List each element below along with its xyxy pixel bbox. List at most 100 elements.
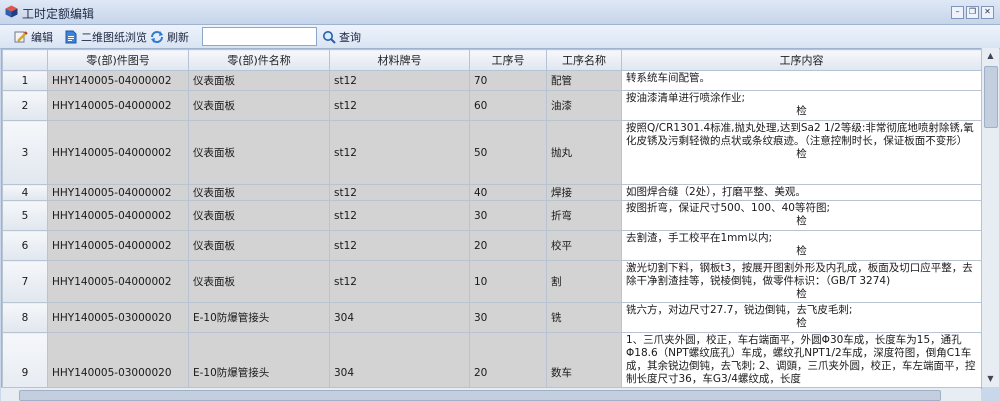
row-index[interactable]: 5	[2, 200, 48, 231]
table-row[interactable]: 3 HHY140005-04000002 仪表面板 st12 50 抛丸 按照Q/CR130…	[2, 120, 981, 185]
refresh-button[interactable]: 刷新	[150, 27, 189, 46]
cell-part-no[interactable]: HHY140005-04000002	[47, 70, 189, 91]
cell-material[interactable]: st12	[329, 90, 470, 121]
cell-op-name[interactable]: 数车	[546, 332, 622, 388]
operations-table: 零(部)件图号 零(部)件名称 材料牌号 工序号 工序名称 工序内容 1 HHY1…	[1, 48, 982, 389]
cell-part-no[interactable]: HHY140005-04000002	[47, 120, 189, 185]
cell-part-name[interactable]: 仪表面板	[188, 120, 330, 185]
cell-op-name[interactable]: 铣	[546, 302, 622, 333]
restore-button[interactable]: ❐	[966, 6, 979, 19]
cell-op-no[interactable]: 70	[469, 70, 547, 91]
cell-op-name[interactable]: 油漆	[546, 90, 622, 121]
table-row[interactable]: 9 HHY140005-03000020 E-10防爆管接头 304 20 数车 1、三爪夹…	[2, 332, 981, 388]
cell-op-content[interactable]: 按照Q/CR1301.4标准,抛丸处理,达到Sa2 1/2等级:非常彻底地喷射除…	[621, 120, 981, 185]
cell-part-no[interactable]: HHY140005-03000020	[47, 302, 189, 333]
search-input[interactable]	[203, 28, 317, 45]
cell-op-no[interactable]: 30	[469, 200, 547, 231]
header-op-name[interactable]: 工序名称	[546, 49, 622, 71]
table-row[interactable]: 8 HHY140005-03000020 E-10防爆管接头 304 30 铣铣六方，对边…	[2, 302, 981, 333]
cell-part-name[interactable]: 仪表面板	[188, 200, 330, 231]
cell-material[interactable]: 304	[329, 302, 470, 333]
cell-op-name[interactable]: 校平	[546, 230, 622, 261]
header-material[interactable]: 材料牌号	[329, 49, 470, 71]
query-button[interactable]: 查询	[322, 27, 361, 46]
row-index[interactable]: 6	[2, 230, 48, 261]
cell-material[interactable]: st12	[329, 70, 470, 91]
cell-material[interactable]: st12	[329, 260, 470, 303]
row-index[interactable]: 7	[2, 260, 48, 303]
cell-part-name[interactable]: 仪表面板	[188, 260, 330, 303]
cell-material[interactable]: st12	[329, 120, 470, 185]
row-index[interactable]: 4	[2, 184, 48, 201]
row-index[interactable]: 2	[2, 90, 48, 121]
drawing-view-label: 二维图纸浏览	[81, 30, 147, 44]
drawing-view-button[interactable]: 二维图纸浏览	[64, 27, 147, 46]
cell-op-content[interactable]: 1、三爪夹外圆，校正，车右端面平，外圆Φ30车成，长度车为15，通孔Φ18.6（…	[621, 332, 981, 388]
cell-part-name[interactable]: 仪表面板	[188, 90, 330, 121]
cell-op-content[interactable]: 按图折弯，保证尺寸500、100、40等符图; 检	[621, 200, 981, 231]
cell-part-name[interactable]: 仪表面板	[188, 70, 330, 91]
cell-material[interactable]: st12	[329, 230, 470, 261]
op-content-text: 铣六方，对边尺寸27.7，锐边倒钝，去飞皮毛刺;	[626, 304, 853, 316]
cell-part-name[interactable]: E-10防爆管接头	[188, 302, 330, 333]
horizontal-scrollbar[interactable]	[1, 387, 981, 401]
header-op-no[interactable]: 工序号	[469, 49, 547, 71]
row-index[interactable]: 1	[2, 70, 48, 91]
header-op-content[interactable]: 工序内容	[621, 49, 981, 71]
cell-material[interactable]: st12	[329, 184, 470, 201]
cell-op-no[interactable]: 10	[469, 260, 547, 303]
row-index[interactable]: 9	[2, 332, 48, 388]
table-row[interactable]: 7 HHY140005-04000002 仪表面板 st12 10 割激光切割下料，钢板t…	[2, 260, 981, 303]
cell-op-content[interactable]: 转系统车间配管。	[621, 70, 981, 91]
cell-part-name[interactable]: 仪表面板	[188, 184, 330, 201]
table-row[interactable]: 1 HHY140005-04000002 仪表面板 st12 70 配管 转系统车间配管。	[2, 70, 981, 91]
cell-op-no[interactable]: 40	[469, 184, 547, 201]
search-field[interactable]	[202, 27, 317, 46]
vertical-scroll-thumb[interactable]	[984, 66, 998, 128]
close-button[interactable]: ✕	[981, 6, 994, 19]
minimize-button[interactable]: –	[951, 6, 964, 19]
horizontal-scroll-thumb[interactable]	[19, 390, 941, 401]
cell-material[interactable]: st12	[329, 200, 470, 231]
cell-op-name[interactable]: 折弯	[546, 200, 622, 231]
cell-op-name[interactable]: 配管	[546, 70, 622, 91]
cell-part-name[interactable]: E-10防爆管接头	[188, 332, 330, 388]
cell-part-no[interactable]: HHY140005-04000002	[47, 90, 189, 121]
table-row[interactable]: 4 HHY140005-04000002 仪表面板 st12 40 焊接 如图焊合缝（2处）…	[2, 184, 981, 201]
table-row[interactable]: 6 HHY140005-04000002 仪表面板 st12 20 校平 去割渣，手工校平在…	[2, 230, 981, 261]
cell-op-content[interactable]: 铣六方，对边尺寸27.7，锐边倒钝，去飞皮毛刺; 检	[621, 302, 981, 333]
table-row[interactable]: 2 HHY140005-04000002 仪表面板 st12 60 油漆 按油漆清单进行喷涂…	[2, 90, 981, 121]
cell-op-content[interactable]: 按油漆清单进行喷涂作业; 检	[621, 90, 981, 121]
cell-op-name[interactable]: 焊接	[546, 184, 622, 201]
cell-part-no[interactable]: HHY140005-04000002	[47, 230, 189, 261]
cell-part-name[interactable]: 仪表面板	[188, 230, 330, 261]
cell-op-no[interactable]: 60	[469, 90, 547, 121]
cell-op-no[interactable]: 30	[469, 302, 547, 333]
vertical-scrollbar[interactable]: ▲ ▼	[981, 48, 999, 387]
cell-material[interactable]: 304	[329, 332, 470, 388]
table-row[interactable]: 5 HHY140005-04000002 仪表面板 st12 30 折弯 按图折弯，保证尺寸…	[2, 200, 981, 231]
cell-part-no[interactable]: HHY140005-04000002	[47, 184, 189, 201]
cell-op-content[interactable]: 激光切割下料，钢板t3，按展开图割外形及内孔成，板面及切口应平整，去除干净割渣挂…	[621, 260, 981, 303]
cell-op-no[interactable]: 20	[469, 332, 547, 388]
row-index[interactable]: 3	[2, 120, 48, 185]
cell-op-content[interactable]: 如图焊合缝（2处），打磨平整、美观。	[621, 184, 981, 201]
op-content-text: 如图焊合缝（2处），打磨平整、美观。	[626, 186, 806, 198]
cell-op-name[interactable]: 割	[546, 260, 622, 303]
cell-part-no[interactable]: HHY140005-04000002	[47, 260, 189, 303]
edit-button[interactable]: 编辑	[14, 27, 53, 46]
cell-op-no[interactable]: 20	[469, 230, 547, 261]
cell-part-no[interactable]: HHY140005-04000002	[47, 200, 189, 231]
row-index[interactable]: 8	[2, 302, 48, 333]
cell-part-no[interactable]: HHY140005-03000020	[47, 332, 189, 388]
cell-op-name[interactable]: 抛丸	[546, 120, 622, 185]
header-part-no[interactable]: 零(部)件图号	[47, 49, 189, 71]
search-icon	[323, 30, 336, 44]
app-cube-icon	[5, 5, 18, 18]
scroll-down-arrow[interactable]: ▼	[982, 371, 999, 387]
scroll-up-arrow[interactable]: ▲	[982, 48, 999, 64]
header-part-name[interactable]: 零(部)件名称	[188, 49, 330, 71]
cell-op-content[interactable]: 去割渣，手工校平在1mm以内; 检	[621, 230, 981, 261]
cell-op-no[interactable]: 50	[469, 120, 547, 185]
query-label: 查询	[339, 30, 361, 44]
